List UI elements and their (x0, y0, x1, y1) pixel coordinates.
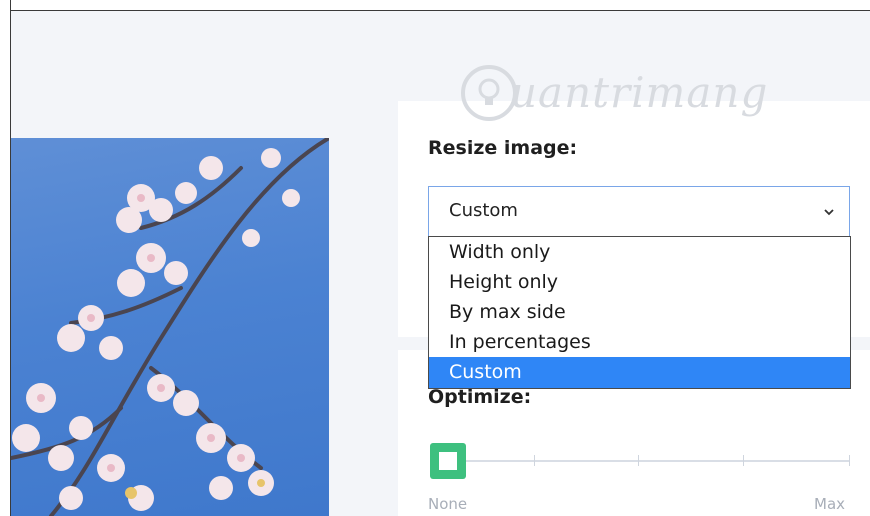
window-left-margin (0, 0, 11, 516)
slider-tick (849, 455, 850, 466)
optimize-title: Optimize: (428, 386, 532, 408)
resize-select-value: Custom (449, 200, 518, 221)
slider-tick (534, 455, 535, 466)
resize-title: Resize image: (428, 137, 578, 159)
image-preview (11, 138, 329, 516)
resize-dropdown-list: Width only Height only By max side In pe… (428, 236, 851, 389)
slider-tick (638, 455, 639, 466)
optimize-slider-handle[interactable] (430, 443, 466, 479)
dropdown-option-width-only[interactable]: Width only (429, 237, 850, 268)
resize-select[interactable]: Custom (428, 186, 850, 236)
slider-tick (743, 455, 744, 466)
dropdown-option-by-max-side[interactable]: By max side (429, 297, 850, 328)
window-border (10, 10, 870, 11)
watermark: uantrimang (510, 68, 769, 117)
dropdown-option-height-only[interactable]: Height only (429, 267, 850, 298)
dropdown-option-custom[interactable]: Custom (429, 357, 850, 388)
dropdown-option-in-percentages[interactable]: In percentages (429, 327, 850, 358)
optimize-max-label: Max (814, 495, 846, 513)
optimize-min-label: None (428, 495, 468, 513)
optimize-slider-track[interactable] (440, 460, 850, 462)
chevron-down-icon[interactable] (823, 206, 835, 218)
